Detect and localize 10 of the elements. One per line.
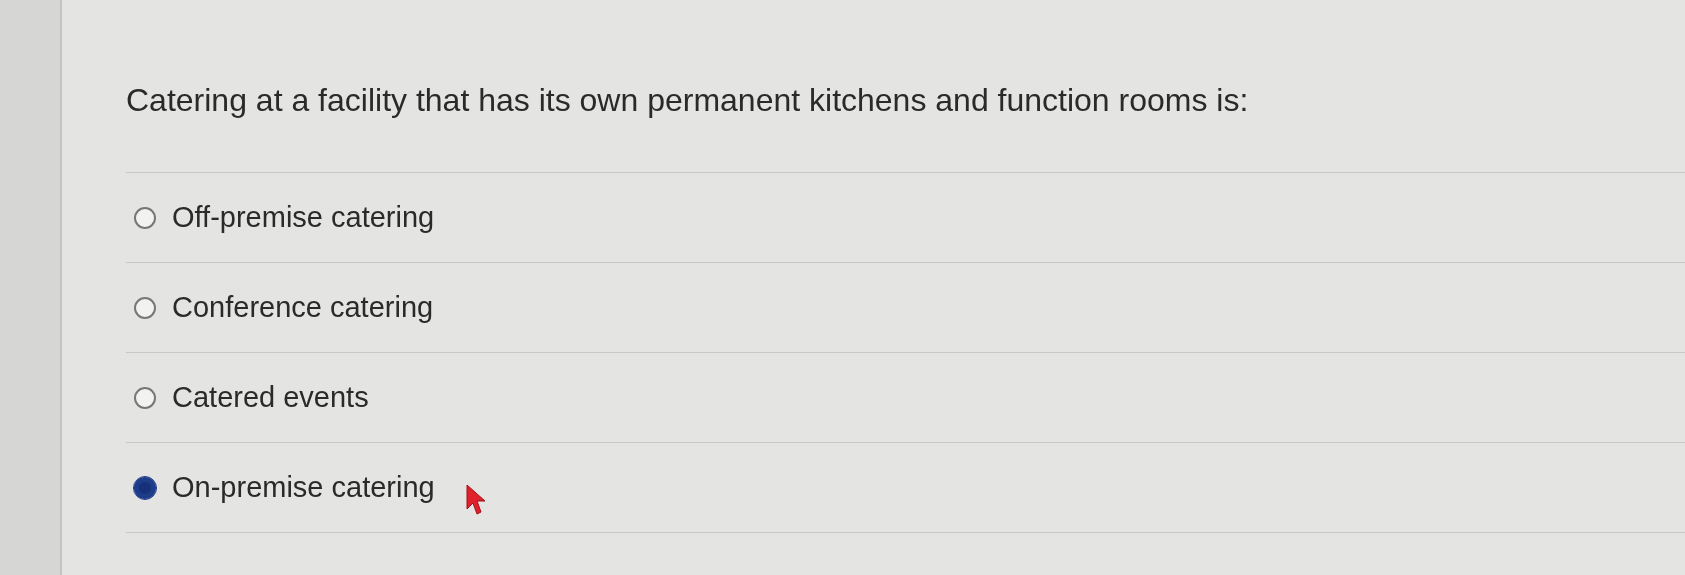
radio-button[interactable] <box>134 386 156 409</box>
radio-button[interactable] <box>134 476 156 499</box>
option-label[interactable]: Catered events <box>172 375 369 420</box>
option-label[interactable]: Conference catering <box>172 285 434 330</box>
option-label[interactable]: Off-premise catering <box>172 195 435 240</box>
question-text: Catering at a facility that has its own permanent kitchens and function rooms is: <box>126 81 1250 120</box>
radio-button[interactable] <box>134 296 156 319</box>
cursor-icon <box>464 482 487 517</box>
radio-button[interactable] <box>134 206 156 229</box>
option-label[interactable]: On-premise catering <box>172 465 435 510</box>
